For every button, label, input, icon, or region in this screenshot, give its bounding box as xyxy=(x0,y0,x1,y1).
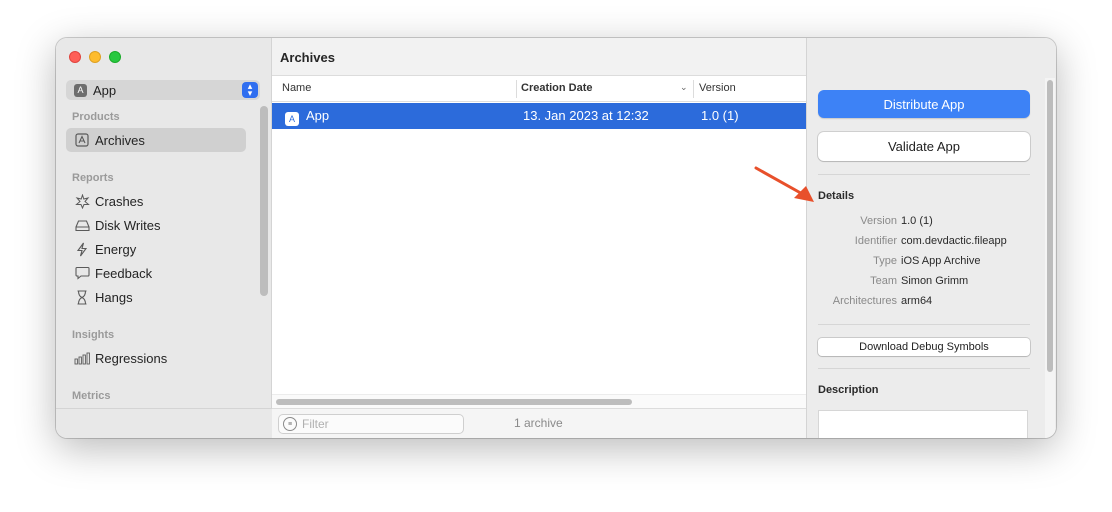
section-heading-products: Products xyxy=(72,111,120,123)
archives-footer: ≡ Filter 1 archive xyxy=(272,408,806,438)
detail-value: com.devdactic.fileapp xyxy=(901,235,1007,247)
organizer-window: A App ▴ ▾ Products Archives Reports Crash… xyxy=(56,38,1056,438)
app-icon: A xyxy=(74,83,87,97)
archives-pane: Archives Name Creation Date ⌄ Version AA… xyxy=(272,38,806,438)
app-selector[interactable]: A App ▴ ▾ xyxy=(66,80,260,100)
divider xyxy=(818,324,1030,325)
detail-label: Architectures xyxy=(832,295,897,307)
sort-chevron-icon[interactable]: ⌄ xyxy=(680,82,688,93)
table-header: Name Creation Date ⌄ Version xyxy=(272,76,806,102)
hourglass-icon xyxy=(74,289,90,305)
sidebar-item-energy[interactable]: Energy xyxy=(66,237,246,261)
filter-icon: ≡ xyxy=(283,417,297,431)
detail-value: 1.0 (1) xyxy=(901,215,933,227)
archive-name-cell: A App xyxy=(285,108,329,126)
detail-label: Team xyxy=(870,275,897,287)
sidebar-item-label: Feedback xyxy=(95,265,153,281)
sidebar-item-label: Energy xyxy=(95,241,137,257)
filter-input[interactable]: ≡ Filter xyxy=(278,414,464,434)
detail-value: arm64 xyxy=(901,295,933,307)
lightning-bolt-icon xyxy=(74,241,90,257)
column-divider[interactable] xyxy=(693,80,694,98)
sidebar-item-feedback[interactable]: Feedback xyxy=(66,261,246,285)
sidebar-footer xyxy=(56,408,272,438)
inspector-scrollbar[interactable] xyxy=(1045,78,1055,438)
section-heading-reports: Reports xyxy=(72,172,114,184)
sidebar-item-archives[interactable]: Archives xyxy=(66,128,246,152)
detail-label: Type xyxy=(873,255,897,267)
sidebar-item-hangs[interactable]: Hangs xyxy=(66,285,246,309)
detail-value: iOS App Archive xyxy=(901,255,981,267)
detail-label: Version xyxy=(860,215,897,227)
archive-version: 1.0 (1) xyxy=(701,108,739,123)
window-controls xyxy=(69,51,121,63)
chevron-up-down-icon[interactable]: ▴ ▾ xyxy=(242,82,258,98)
disk-icon xyxy=(74,217,90,233)
table-row[interactable]: A App 13. Jan 2023 at 12:32 1.0 (1) xyxy=(272,103,806,129)
close-window-button[interactable] xyxy=(69,51,81,63)
app-selector-label: App xyxy=(93,82,117,98)
validate-app-button[interactable]: Validate App xyxy=(818,132,1030,161)
archive-creation-date: 13. Jan 2023 at 12:32 xyxy=(523,108,649,123)
page-title: Archives xyxy=(280,50,335,65)
divider xyxy=(818,368,1030,369)
description-textarea[interactable] xyxy=(818,410,1028,438)
sidebar-item-label: Archives xyxy=(95,132,145,148)
section-heading-metrics: Metrics xyxy=(72,390,111,402)
archive-count: 1 archive xyxy=(514,416,563,430)
crash-burst-icon xyxy=(74,193,90,209)
sidebar: A App ▴ ▾ Products Archives Reports Crash… xyxy=(56,38,272,438)
column-header-name[interactable]: Name xyxy=(282,82,311,94)
description-heading: Description xyxy=(818,384,879,396)
minimize-window-button[interactable] xyxy=(89,51,101,63)
inspector-pane: Distribute App Validate App Details Vers… xyxy=(806,38,1056,438)
sidebar-item-crashes[interactable]: Crashes xyxy=(66,189,246,213)
sidebar-scrollbar[interactable] xyxy=(260,106,268,296)
zoom-window-button[interactable] xyxy=(109,51,121,63)
app-icon: A xyxy=(285,112,299,126)
horizontal-scroll-thumb[interactable] xyxy=(276,399,632,405)
bar-chart-icon xyxy=(74,350,90,366)
details-heading: Details xyxy=(818,190,855,202)
column-header-version[interactable]: Version xyxy=(699,82,736,94)
sidebar-item-label: Hangs xyxy=(95,289,133,305)
sidebar-item-label: Regressions xyxy=(95,350,168,366)
divider xyxy=(818,174,1030,175)
section-heading-insights: Insights xyxy=(72,329,115,341)
sidebar-item-regressions[interactable]: Regressions xyxy=(66,346,246,370)
horizontal-scrollbar[interactable] xyxy=(272,394,806,408)
archive-name: App xyxy=(306,108,330,123)
sidebar-item-disk-writes[interactable]: Disk Writes xyxy=(66,213,246,237)
archive-icon xyxy=(74,132,90,148)
column-header-creation-date[interactable]: Creation Date xyxy=(521,82,593,94)
download-debug-symbols-button[interactable]: Download Debug Symbols xyxy=(818,338,1030,356)
detail-label: Identifier xyxy=(854,235,897,247)
sidebar-item-label: Disk Writes xyxy=(95,217,161,233)
detail-value: Simon Grimm xyxy=(901,275,969,287)
archives-toolbar xyxy=(272,38,806,76)
inspector-scroll-thumb[interactable] xyxy=(1047,80,1053,372)
distribute-app-button[interactable]: Distribute App xyxy=(818,90,1030,118)
filter-placeholder: Filter xyxy=(302,417,329,431)
column-divider[interactable] xyxy=(516,80,517,98)
sidebar-item-label: Crashes xyxy=(95,193,144,209)
speech-bubble-icon xyxy=(74,265,90,281)
